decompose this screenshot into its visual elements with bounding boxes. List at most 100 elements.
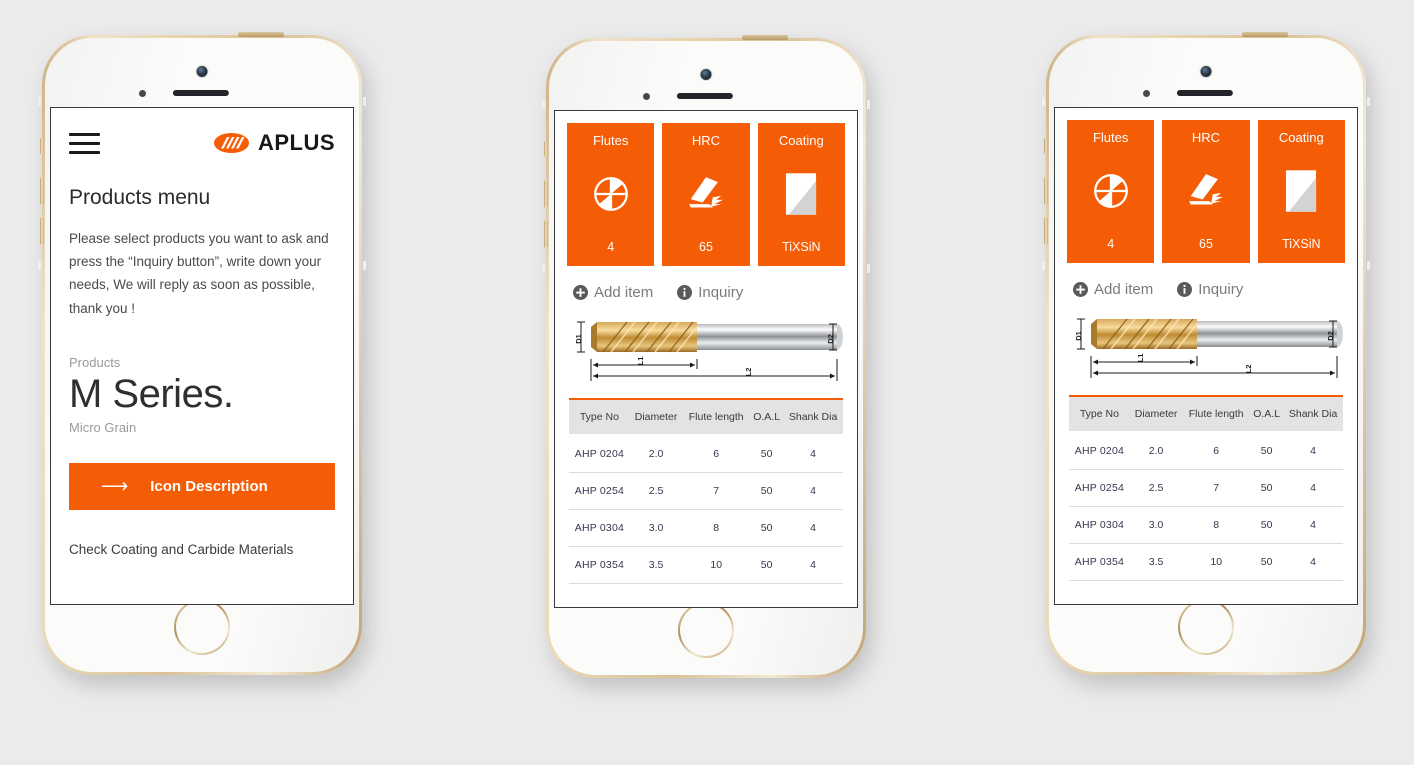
add-item-label: Add item [1094,281,1154,298]
inquiry-button[interactable]: Inquiry [677,284,743,301]
column-header: Diameter [1129,397,1183,431]
dimension-label-l2: L2 [1244,365,1253,374]
cell-shank-dia: 4 [783,472,843,510]
phone-2-screen: Flutes 4 HRC 65 Coating TiXSiN Add item … [554,110,858,608]
cell-flute-length: 10 [1182,543,1251,581]
cell-shank-dia: 4 [1283,469,1343,507]
column-header: Shank Dia [783,400,843,434]
antenna-band [38,97,41,106]
dimension-label-d2: D2 [1326,331,1335,341]
dimension-label-d2: D2 [826,334,835,344]
spec-table: Type No Diameter Flute length O.A.L Shan… [569,400,843,584]
table-row[interactable]: AHP 0304 3.0 8 50 4 [569,509,843,547]
action-bar: Add item Inquiry [1055,263,1357,298]
proximity-sensor [139,90,146,97]
column-header: Type No [1069,397,1130,431]
spec-card-flutes[interactable]: Flutes 4 [1067,120,1155,263]
volume-down-button[interactable] [40,217,44,245]
cell-type-no: AHP 0354 [1069,543,1130,581]
column-header: Shank Dia [1283,397,1343,431]
earpiece-speaker [172,90,229,96]
dimension-label-l1: L1 [636,357,645,366]
column-header: Diameter [629,400,683,434]
volume-up-button[interactable] [544,180,548,208]
table-row[interactable]: AHP 0254 2.5 7 50 4 [1069,469,1343,507]
spec-card-title: Coating [1278,130,1324,145]
earpiece-speaker [676,93,733,99]
plus-circle-icon [1073,282,1088,297]
column-header: Flute length [682,400,751,434]
volume-down-button[interactable] [1044,217,1048,245]
home-button[interactable] [174,599,230,655]
cell-flute-length: 6 [1182,431,1251,470]
cell-oal: 50 [1250,431,1284,470]
front-camera-icon [196,66,208,77]
power-button[interactable] [1242,32,1288,37]
table-row[interactable]: AHP 0204 2.0 6 50 4 [569,434,843,473]
page-title: Products menu [69,186,211,209]
flute-cross-section-icon [590,148,632,240]
spec-card-hrc[interactable]: HRC 65 [662,123,750,266]
spec-card-title: HRC [1191,130,1221,145]
antenna-band [867,100,870,109]
table-row[interactable]: AHP 0204 2.0 6 50 4 [1069,431,1343,470]
phone-mockup-3: Flutes 4 HRC 65 Coating TiXSiN Add item … [1042,32,1370,675]
mute-switch[interactable] [544,141,548,157]
volume-up-button[interactable] [40,177,44,205]
phone-1-screen: APLUS Products menu Please select produc… [50,107,354,605]
coating-layer-icon [1285,145,1317,237]
cell-oal: 50 [1250,469,1284,507]
spec-table-wrapper: Type No Diameter Flute length O.A.L Shan… [569,398,843,584]
table-row[interactable]: AHP 0354 3.5 10 50 4 [1069,543,1343,581]
action-bar: Add item Inquiry [555,266,857,301]
cutting-tool-icon [684,148,728,240]
products-eyebrow: Products [69,354,121,370]
front-camera-icon [1200,66,1212,77]
spec-card-group: Flutes 4 HRC 65 Coating TiXSiN [1055,108,1357,263]
home-button[interactable] [678,602,734,658]
screenshot-stage: APLUS Products menu Please select produc… [0,0,1414,765]
cell-type-no: AHP 0304 [1069,506,1130,544]
cell-oal: 50 [750,472,784,510]
spec-card-coating[interactable]: Coating TiXSiN [1257,120,1345,263]
spec-card-flutes[interactable]: Flutes 4 [567,123,655,266]
icon-description-label: Icon Description [150,477,268,495]
spec-card-value: 4 [1107,237,1115,251]
volume-up-button[interactable] [1044,177,1048,205]
cell-shank-dia: 4 [1283,506,1343,544]
mute-switch[interactable] [1044,138,1048,154]
column-header: Flute length [1182,397,1251,431]
table-row[interactable]: AHP 0254 2.5 7 50 4 [569,472,843,510]
power-button[interactable] [238,32,284,37]
table-row[interactable]: AHP 0354 3.5 10 50 4 [569,546,843,584]
table-row[interactable]: AHP 0304 3.0 8 50 4 [1069,506,1343,544]
power-button[interactable] [742,35,788,40]
brand-name: APLUS [257,130,335,155]
cell-oal: 50 [750,546,784,584]
spec-card-coating[interactable]: Coating TiXSiN [757,123,845,266]
phone-mockup-2: Flutes 4 HRC 65 Coating TiXSiN Add item … [542,35,870,678]
add-item-button[interactable]: Add item [1073,281,1153,298]
mute-switch[interactable] [40,138,44,154]
antenna-band [1367,97,1370,106]
spec-card-hrc[interactable]: HRC 65 [1162,120,1250,263]
cell-type-no: AHP 0354 [569,546,630,584]
inquiry-button[interactable]: Inquiry [1177,281,1243,298]
aplus-logo[interactable]: APLUS [213,130,335,156]
hamburger-menu-icon[interactable] [69,132,100,154]
dimension-label-l2: L2 [744,368,753,377]
spec-card-value: 4 [607,240,615,254]
icon-description-button[interactable]: ⟶ Icon Description [69,462,335,510]
column-header: Type No [569,400,630,434]
flute-cross-section-icon [1090,145,1132,237]
check-coating-materials-link[interactable]: Check Coating and Carbide Materials [69,542,335,557]
antenna-band [1042,261,1045,270]
antenna-band [1042,97,1045,106]
add-item-button[interactable]: Add item [573,284,653,301]
cell-diameter: 2.0 [629,434,683,473]
cell-flute-length: 10 [682,546,751,584]
volume-down-button[interactable] [544,220,548,248]
home-button[interactable] [1178,599,1234,655]
cell-diameter: 3.5 [629,546,683,584]
table-header-row: Type No Diameter Flute length O.A.L Shan… [569,400,843,434]
